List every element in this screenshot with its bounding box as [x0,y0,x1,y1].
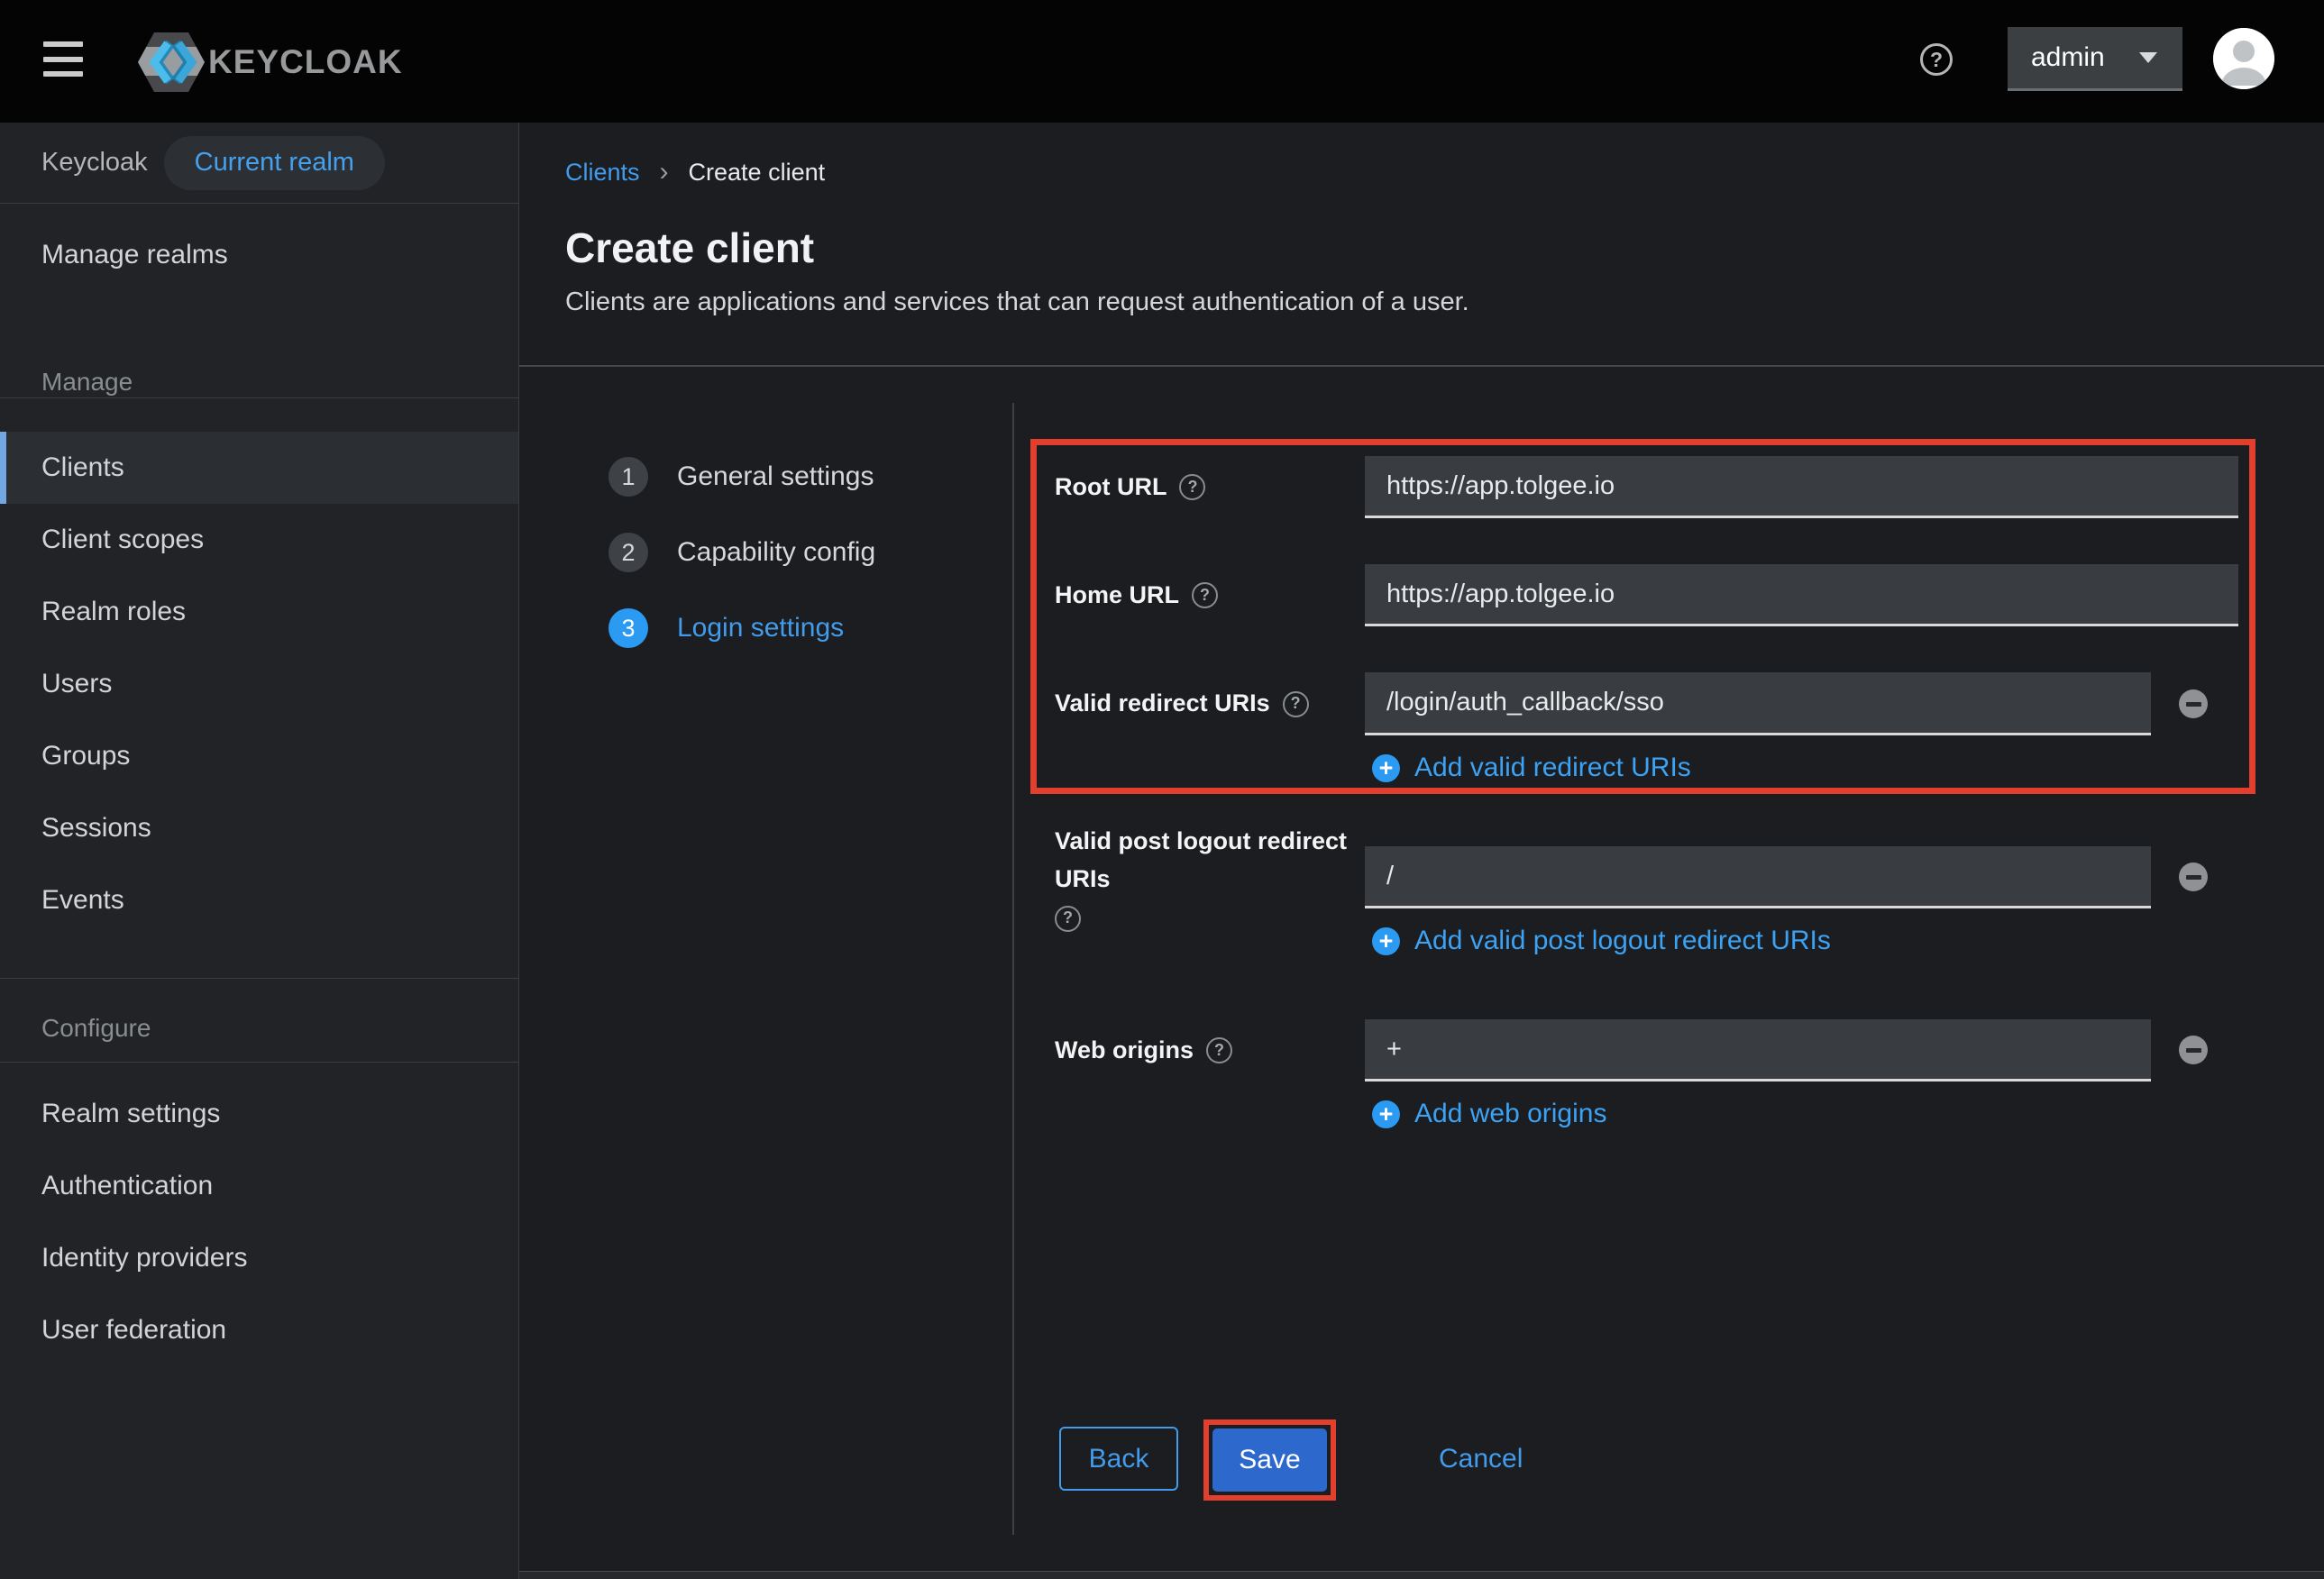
save-button[interactable]: Save [1212,1428,1327,1492]
valid-post-logout-redirect-uri-input[interactable]: / [1365,846,2151,908]
step-number: 3 [608,608,648,648]
add-valid-post-logout-redirect-uris-link[interactable]: + Add valid post logout redirect URIs [1372,923,1831,959]
help-icon[interactable]: ? [1055,906,1081,932]
sidebar-item-client-scopes[interactable]: Client scopes [0,504,518,576]
sidebar-item-manage-realms[interactable]: Manage realms [0,219,518,291]
brand-name: KEYCLOAK [208,43,403,81]
user-menu-dropdown[interactable]: admin [2008,27,2182,91]
sidebar-item-user-federation[interactable]: User federation [0,1294,518,1366]
remove-redirect-uri-icon[interactable] [2179,689,2208,718]
step-number: 1 [608,457,648,497]
field-label: Web origins ? [1055,1019,1352,1082]
hamburger-menu-icon[interactable] [43,41,83,77]
add-web-origins-link[interactable]: + Add web origins [1372,1096,1606,1132]
web-origins-input[interactable]: + [1365,1019,2151,1082]
field-label: Valid post logout redirect URIs ? [1055,846,1352,908]
wizard-step-capability-config[interactable]: 2 Capability config [608,533,875,572]
sidebar-item-events[interactable]: Events [0,864,518,936]
help-icon[interactable]: ? [1179,474,1205,500]
form-row-valid-post-logout-redirect-uris: Valid post logout redirect URIs ? / + Ad… [1055,846,2254,978]
form-row-web-origins: Web origins ? + + Add web origins [1055,1019,2254,1151]
sidebar-item-sessions[interactable]: Sessions [0,792,518,864]
root-url-input[interactable]: https://app.tolgee.io [1365,456,2238,518]
sidebar-item-identity-providers[interactable]: Identity providers [0,1222,518,1294]
step-number: 2 [608,533,648,572]
cancel-link[interactable]: Cancel [1439,1427,1523,1491]
sidebar: Keycloak Current realm Manage realms Man… [0,123,519,1579]
chevron-right-icon: › [660,157,669,187]
help-icon[interactable]: ? [1920,43,1953,76]
sidebar-item-realm-settings[interactable]: Realm settings [0,1078,518,1150]
divider [519,365,2324,367]
form-row-home-url: Home URL ? https://app.tolgee.io [1055,564,2254,626]
divider [0,397,518,398]
bottom-strip [519,1571,2324,1579]
wizard-step-login-settings[interactable]: 3 Login settings [608,608,844,648]
sidebar-item-realm-roles[interactable]: Realm roles [0,576,518,648]
realm-switcher[interactable]: Keycloak Current realm [0,123,518,204]
sidebar-item-groups[interactable]: Groups [0,720,518,792]
add-valid-redirect-uris-link[interactable]: + Add valid redirect URIs [1372,750,1691,786]
field-label: Valid redirect URIs ? [1055,672,1352,735]
sidebar-item-users[interactable]: Users [0,648,518,720]
sidebar-item-clients[interactable]: Clients [0,432,518,504]
plus-circle-icon: + [1372,1100,1400,1128]
divider [0,1062,518,1063]
wizard-step-general-settings[interactable]: 1 General settings [608,457,874,497]
remove-post-logout-uri-icon[interactable] [2179,863,2208,891]
breadcrumb-current: Create client [689,159,826,187]
realm-name: Keycloak [41,148,148,178]
breadcrumb: Clients › Create client [565,157,825,187]
sidebar-item-authentication[interactable]: Authentication [0,1150,518,1222]
breadcrumb-clients-link[interactable]: Clients [565,159,640,187]
help-icon[interactable]: ? [1206,1037,1232,1063]
sidebar-section-manage: Manage [0,364,518,400]
plus-circle-icon: + [1372,927,1400,955]
sidebar-section-configure: Configure [0,1010,518,1046]
top-bar: KEYCLOAK ? admin [0,0,2324,123]
page-title: Create client [565,224,814,272]
keycloak-hexagon-icon [138,32,205,92]
help-icon[interactable]: ? [1283,691,1309,717]
divider [1012,403,1014,1535]
keycloak-logo[interactable]: KEYCLOAK [138,32,403,92]
help-icon[interactable]: ? [1192,582,1218,608]
page-subtitle: Clients are applications and services th… [565,288,1469,317]
main-content: Clients › Create client Create client Cl… [519,123,2324,1579]
home-url-input[interactable]: https://app.tolgee.io [1365,564,2238,626]
avatar[interactable] [2213,28,2274,89]
chevron-down-icon [2139,52,2157,63]
form-row-root-url: Root URL ? https://app.tolgee.io [1055,456,2254,518]
plus-circle-icon: + [1372,754,1400,782]
current-realm-badge: Current realm [164,136,385,190]
field-label: Home URL ? [1055,564,1352,626]
divider [0,978,518,979]
field-label: Root URL ? [1055,456,1352,518]
username: admin [2031,42,2105,73]
user-avatar-icon [2213,28,2274,89]
form-row-valid-redirect-uris: Valid redirect URIs ? /login/auth_callba… [1055,672,2254,804]
remove-web-origin-icon[interactable] [2179,1036,2208,1064]
back-button[interactable]: Back [1059,1427,1178,1491]
valid-redirect-uri-input[interactable]: /login/auth_callback/sso [1365,672,2151,735]
